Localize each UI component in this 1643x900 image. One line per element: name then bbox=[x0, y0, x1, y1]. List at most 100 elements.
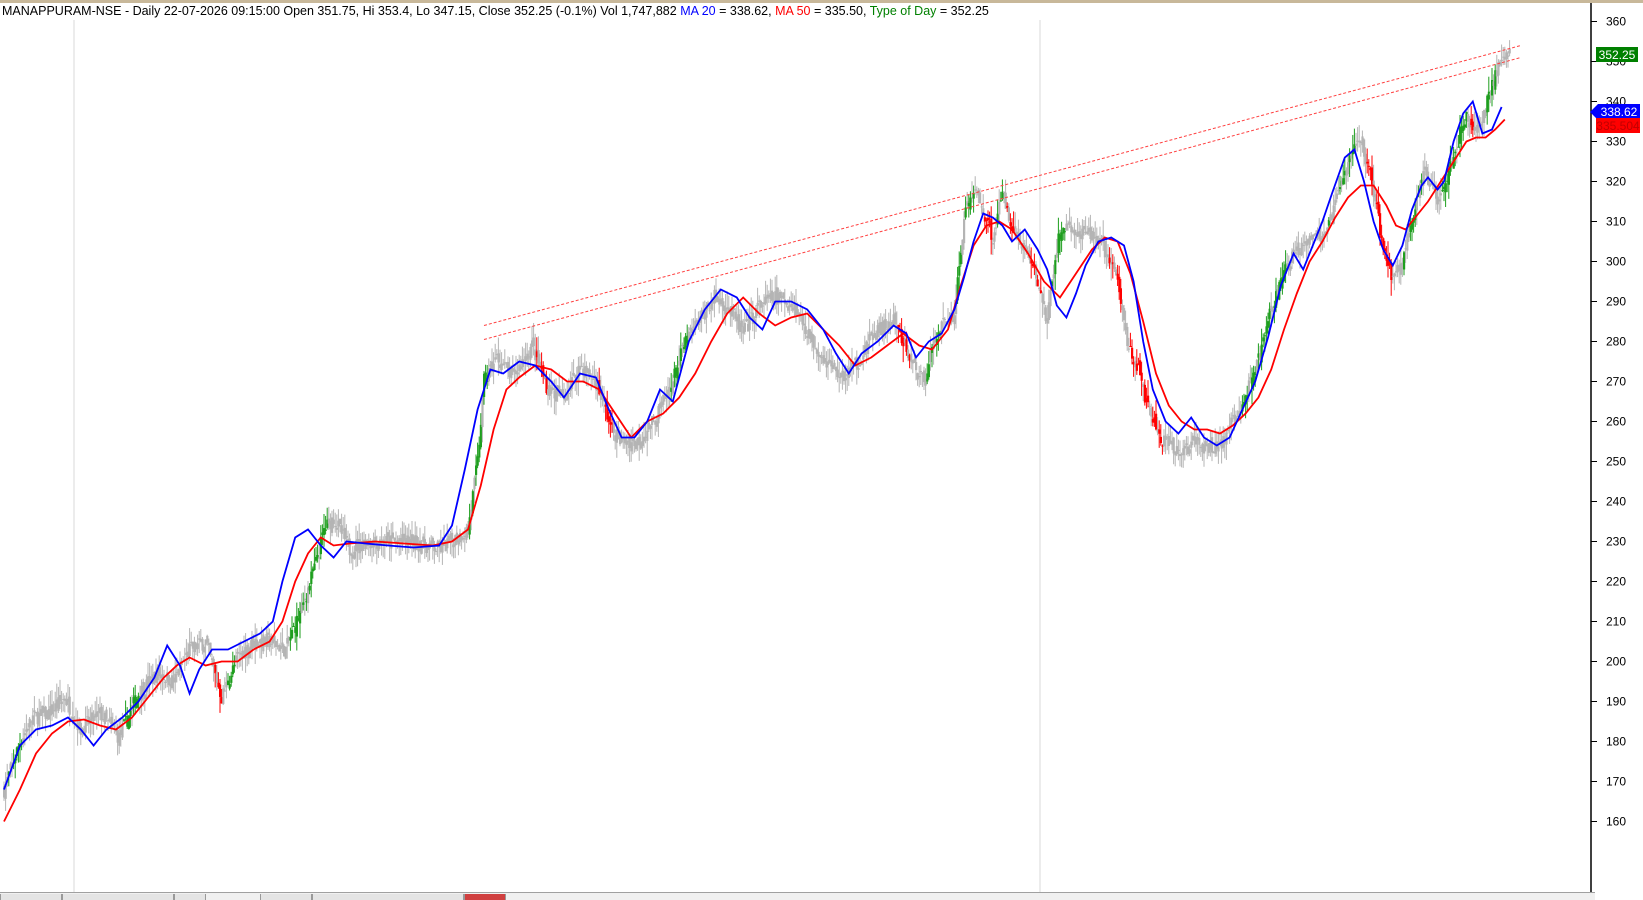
candle-body bbox=[1227, 430, 1230, 432]
candle-body bbox=[1339, 187, 1342, 190]
candle-body bbox=[1438, 199, 1441, 202]
candle-body bbox=[353, 551, 356, 559]
price-axis-label: 310 bbox=[1606, 215, 1626, 229]
candle-body bbox=[782, 292, 785, 299]
candle-body bbox=[1347, 162, 1350, 175]
price-axis-label: 240 bbox=[1606, 495, 1626, 509]
candle-body bbox=[1335, 193, 1338, 200]
candle-body bbox=[964, 207, 967, 218]
candle-body bbox=[385, 536, 388, 543]
candle-body bbox=[143, 694, 146, 699]
candle-body bbox=[803, 323, 806, 326]
candle-body bbox=[987, 217, 990, 221]
candle-body bbox=[1068, 221, 1071, 225]
candle-body bbox=[33, 710, 36, 713]
candle-body bbox=[1444, 183, 1447, 193]
candle-body bbox=[1123, 308, 1126, 321]
sheet-tab[interactable] bbox=[312, 894, 464, 900]
candle-body bbox=[31, 715, 34, 725]
candle-body bbox=[1263, 335, 1266, 337]
candle-body bbox=[203, 646, 206, 653]
candle-body bbox=[1393, 273, 1396, 276]
candle-body bbox=[785, 303, 788, 305]
price-axis-label: 260 bbox=[1606, 415, 1626, 429]
price-axis-label: 220 bbox=[1606, 575, 1626, 589]
candle-body bbox=[756, 302, 759, 306]
candle-body bbox=[1380, 235, 1383, 238]
candle-body bbox=[206, 635, 209, 643]
candle-body bbox=[1311, 234, 1314, 240]
candle-body bbox=[123, 719, 126, 721]
candle-body bbox=[1302, 244, 1305, 247]
candle-body bbox=[537, 350, 540, 364]
candle-body bbox=[551, 387, 554, 391]
candle-body bbox=[1391, 275, 1394, 277]
candle-body bbox=[1049, 290, 1052, 307]
candle-body bbox=[1107, 254, 1110, 258]
sheet-tab[interactable] bbox=[0, 894, 62, 900]
candle-body bbox=[998, 201, 1001, 215]
trendline[interactable] bbox=[483, 57, 1521, 340]
candle-body bbox=[990, 218, 993, 240]
candle-body bbox=[60, 701, 63, 705]
price-axis-label: 360 bbox=[1606, 15, 1626, 29]
ma50-line bbox=[3, 118, 1506, 822]
candle-body bbox=[743, 323, 746, 332]
candle-body bbox=[230, 675, 233, 683]
candle-body bbox=[393, 537, 396, 541]
candle-body bbox=[555, 388, 558, 402]
candle-body bbox=[361, 545, 364, 551]
sheet-tab-active[interactable] bbox=[464, 894, 506, 900]
price-axis-label: 230 bbox=[1606, 535, 1626, 549]
candle-body bbox=[1313, 234, 1316, 236]
candle-body bbox=[868, 334, 871, 341]
price-axis-label: 300 bbox=[1606, 255, 1626, 269]
candle-body bbox=[1407, 232, 1410, 238]
candle-body bbox=[1177, 449, 1180, 451]
price-axis-label: 190 bbox=[1606, 695, 1626, 709]
candle-body bbox=[476, 456, 479, 466]
price-axis[interactable]: 160 170 180 190 200 210 220 230 240 250 260 270 280 2… bbox=[1591, 15, 1626, 829]
candle-body bbox=[497, 353, 500, 363]
candle-body bbox=[1155, 413, 1158, 430]
candle-body bbox=[1508, 48, 1511, 54]
candle-body bbox=[473, 477, 476, 490]
candle-body bbox=[105, 709, 108, 719]
candle-body bbox=[1188, 449, 1191, 454]
candle-body bbox=[503, 362, 506, 364]
candle-body bbox=[814, 348, 817, 350]
candle-body bbox=[745, 319, 748, 322]
candle-body bbox=[435, 550, 438, 552]
candle-body bbox=[943, 319, 946, 321]
candle-body bbox=[681, 344, 684, 346]
candle-body bbox=[1158, 429, 1161, 434]
candle-body bbox=[1334, 199, 1337, 206]
candle-body bbox=[462, 538, 465, 540]
candle-body bbox=[302, 602, 305, 605]
sheet-tab[interactable] bbox=[62, 894, 174, 900]
candle-body bbox=[676, 367, 679, 379]
candle-body bbox=[1267, 321, 1270, 328]
sheet-tab[interactable] bbox=[260, 894, 312, 900]
candle-body bbox=[1065, 223, 1068, 231]
candle-body bbox=[502, 363, 505, 366]
candle-body bbox=[963, 218, 966, 244]
ma50-price-tag-text: 335.504 bbox=[1596, 119, 1640, 133]
candle-body bbox=[991, 243, 994, 245]
candle-body bbox=[1119, 288, 1122, 304]
ma20-price-tag: 338.62 bbox=[1590, 104, 1640, 120]
candle-body bbox=[516, 372, 519, 375]
candle-body bbox=[1455, 148, 1458, 150]
candle-body bbox=[1038, 287, 1041, 290]
candle-body bbox=[915, 362, 918, 371]
candle-body bbox=[1127, 348, 1130, 350]
candle-body bbox=[345, 536, 348, 538]
candle-body bbox=[324, 529, 327, 531]
candle-body bbox=[927, 364, 930, 378]
candle-body bbox=[228, 684, 231, 689]
sheet-tab[interactable] bbox=[174, 894, 206, 900]
candle-body bbox=[974, 189, 977, 191]
candle-body bbox=[919, 370, 922, 373]
price-chart[interactable]: 160 170 180 190 200 210 220 230 240 250 260 270 280 2… bbox=[0, 0, 1643, 899]
candle-body bbox=[790, 303, 793, 308]
